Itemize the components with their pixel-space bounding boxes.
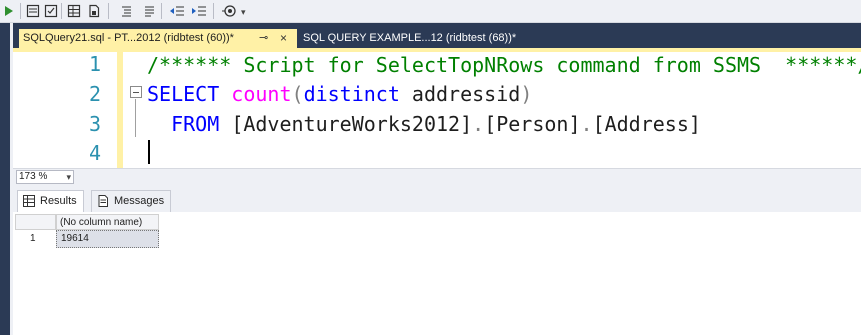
line-number: 2 [88,82,101,106]
line-number: 1 [88,52,101,76]
paren-open: ( [291,82,304,106]
tab-results-label: Results [40,195,77,207]
ssms-window: ▾ SQLQuery21.sql - PT...2012 (ridbtest (… [0,0,861,335]
grid-icon [23,195,35,207]
tab-results[interactable]: Results [17,190,84,212]
chevron-down-icon: ▾ [66,172,71,182]
zoom-dropdown[interactable]: 173 % ▾ [16,170,74,184]
tab-messages-label: Messages [114,195,165,207]
schema-name: [Person] [484,112,581,136]
column-header[interactable]: (No column name) [56,214,159,230]
toolbar-separator [213,3,214,19]
outline-fold-line [135,99,136,137]
results-grid: (No column name) 1 19614 [13,212,861,335]
toolbar-overflow-dropdown[interactable]: ▾ [241,7,246,18]
increase-indent-icon[interactable] [190,3,208,19]
collapse-toggle-icon[interactable] [130,86,142,98]
results-to-grid-icon[interactable] [65,3,83,19]
dot-separator: . [580,112,593,136]
zoom-value: 173 % [19,171,48,182]
function-count: count [231,82,292,106]
tab-sqlquery21-label: SQLQuery21.sql - PT...2012 (ridbtest (60… [23,32,234,44]
line-number: 3 [88,112,101,136]
messages-icon [98,195,108,207]
code-line-3: FROM [AdventureWorks2012].[Person].[Addr… [147,112,701,136]
pin-icon[interactable]: ⊸ [259,29,268,48]
code-line-1: /****** Script for SelectTopNRows comman… [147,53,861,77]
dot-separator: . [472,112,485,136]
code-line-2: SELECT count(distinct addressid) [147,82,532,106]
decrease-indent-icon[interactable] [168,3,186,19]
uncomment-icon[interactable] [140,3,158,19]
grid-corner-cell[interactable] [15,214,56,230]
toolbar-separator [20,3,21,19]
editor-zoom-bar: 173 % ▾ [13,168,861,185]
database-name: [AdventureWorks2012] [231,112,473,136]
paren-close: ) [520,82,533,106]
row-number[interactable]: 1 [15,230,56,248]
line-number: 4 [88,141,101,165]
comment-out-icon[interactable] [117,3,135,19]
column-addressid: addressid [399,82,521,106]
results-to-file-icon[interactable] [85,3,103,19]
sql-comment: /****** Script for SelectTopNRows comman… [147,53,861,77]
change-tracking-bar [117,52,123,168]
left-window-strip [0,23,13,335]
toolbar-separator [108,3,109,19]
specify-values-icon[interactable] [220,3,238,19]
query-options-icon[interactable] [24,3,42,19]
text-caret [148,140,150,164]
document-tabbar: SQLQuery21.sql - PT...2012 (ridbtest (60… [13,23,861,48]
keyword-from: FROM [171,112,220,136]
parse-icon[interactable] [42,3,60,19]
query-editor[interactable]: 1 2 3 4 /****** Script for SelectTopNRow… [13,52,861,168]
keyword-distinct: distinct [303,82,400,106]
result-cell[interactable]: 19614 [56,230,159,248]
table-name: [Address] [592,112,701,136]
toolbar-separator [161,3,162,19]
tab-sql-query-example[interactable]: SQL QUERY EXAMPLE...12 (ridbtest (68))* [303,29,516,48]
line-number-gutter: 1 2 3 4 [13,52,117,168]
tab-messages[interactable]: Messages [91,190,172,212]
toolbar-separator [61,3,62,19]
results-tabbar: Results Messages [13,185,861,212]
toolbar: ▾ [0,0,861,23]
keyword-select: SELECT [147,82,220,106]
tab-sql-query-example-label: SQL QUERY EXAMPLE...12 (ridbtest (68))* [303,32,517,44]
tab-sqlquery21[interactable]: SQLQuery21.sql - PT...2012 (ridbtest (60… [19,29,297,48]
close-icon[interactable]: × [280,29,287,48]
execute-green-icon[interactable] [0,3,18,19]
